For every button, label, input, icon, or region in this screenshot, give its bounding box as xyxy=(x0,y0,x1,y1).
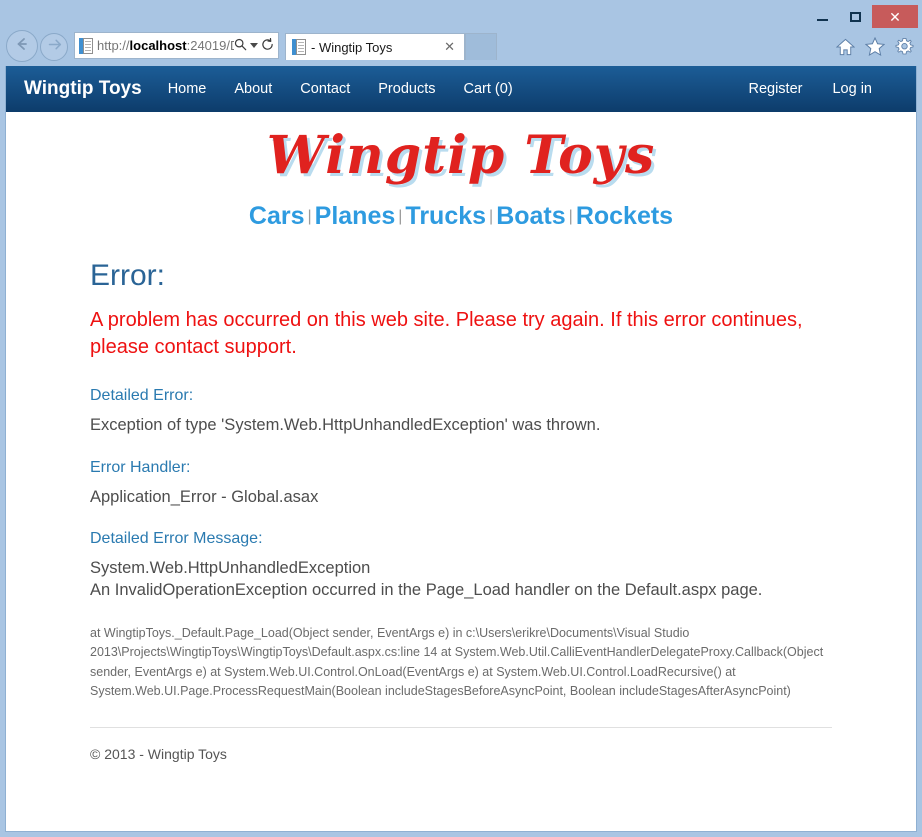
address-bar-url: http://localhost:24019/De xyxy=(97,38,234,53)
site-nav-links: Home About Contact Products Cart (0) xyxy=(168,81,513,97)
close-button[interactable]: ✕ xyxy=(872,5,918,28)
error-handler-label: Error Handler: xyxy=(90,458,191,476)
back-button[interactable] xyxy=(6,30,38,62)
site-account-links: Register Log in xyxy=(748,81,898,97)
detailed-message-line-1: System.Web.HttpUnhandledException xyxy=(90,559,371,578)
maximize-icon xyxy=(850,11,861,22)
detailed-message-label: Detailed Error Message: xyxy=(90,530,263,548)
page-body: Wingtip Toys Cars | Planes | Trucks | Boats | Ro… xyxy=(6,126,916,762)
tab-close-icon[interactable]: ✕ xyxy=(441,39,458,55)
nav-link-contact[interactable]: Contact xyxy=(300,81,350,97)
detailed-message-line-2: An InvalidOperationException occurred in… xyxy=(90,581,763,600)
site-logo: Wingtip Toys xyxy=(266,125,656,186)
error-content: Error: A problem has occurred on this we… xyxy=(26,258,896,763)
detailed-error-text: Exception of type 'System.Web.HttpUnhand… xyxy=(90,415,601,434)
minimize-icon xyxy=(817,18,828,21)
new-tab-button[interactable] xyxy=(465,33,497,60)
close-icon: ✕ xyxy=(889,8,901,25)
category-link-cars[interactable]: Cars xyxy=(249,202,305,230)
tab-title: - Wingtip Toys xyxy=(311,39,393,55)
tab-strip: - Wingtip Toys ✕ xyxy=(285,32,497,60)
search-icon[interactable] xyxy=(234,38,247,54)
category-link-rockets[interactable]: Rockets xyxy=(576,202,673,230)
maximize-button[interactable] xyxy=(839,5,872,28)
forward-button[interactable] xyxy=(40,33,68,61)
error-handler-text: Application_Error - Global.asax xyxy=(90,487,319,506)
category-separator: | xyxy=(398,207,403,225)
category-separator: | xyxy=(568,207,573,225)
nav-link-register[interactable]: Register xyxy=(748,81,802,97)
browser-window: ✕ http://localhost:24019/ - Wingtip Toys… xyxy=(0,0,922,837)
page-viewport: Wingtip Toys Home About Contact Products… xyxy=(5,66,917,832)
site-brand[interactable]: Wingtip Toys xyxy=(24,78,142,100)
address-bar[interactable]: http://localhost:24019/De xyxy=(74,32,279,59)
category-link-trucks[interactable]: Trucks xyxy=(405,202,486,230)
footer-divider xyxy=(90,727,832,729)
window-controls: ✕ xyxy=(806,5,918,28)
category-separator: | xyxy=(307,207,312,225)
nav-link-home[interactable]: Home xyxy=(168,81,207,97)
page-title: Error: xyxy=(90,258,165,292)
category-link-planes[interactable]: Planes xyxy=(315,202,396,230)
arrow-right-icon xyxy=(47,37,62,57)
nav-link-about[interactable]: About xyxy=(234,81,272,97)
home-icon[interactable] xyxy=(836,38,855,56)
nav-link-cart[interactable]: Cart (0) xyxy=(464,81,513,97)
arrow-left-icon xyxy=(13,35,31,58)
site-navbar: Wingtip Toys Home About Contact Products… xyxy=(6,66,916,112)
chevron-down-icon[interactable] xyxy=(250,43,258,48)
settings-gear-icon[interactable] xyxy=(895,37,914,56)
category-nav: Cars | Planes | Trucks | Boats | Rockets xyxy=(26,202,896,231)
nav-link-products[interactable]: Products xyxy=(378,81,435,97)
address-bar-actions xyxy=(234,37,276,54)
refresh-icon[interactable] xyxy=(261,37,274,54)
stack-trace-text: at WingtipToys._Default.Page_Load(Object… xyxy=(90,625,824,698)
favorites-star-icon[interactable] xyxy=(865,37,885,56)
title-bar: ✕ xyxy=(0,5,922,28)
nav-link-login[interactable]: Log in xyxy=(832,81,872,97)
detailed-error-label: Detailed Error: xyxy=(90,386,194,404)
browser-toolbar: http://localhost:24019/De xyxy=(0,28,922,66)
category-link-boats[interactable]: Boats xyxy=(496,202,565,230)
browser-tab[interactable]: - Wingtip Toys ✕ xyxy=(285,33,465,60)
browser-toolbar-icons xyxy=(836,37,914,56)
minimize-button[interactable] xyxy=(806,5,839,28)
site-footer-text: © 2013 - Wingtip Toys xyxy=(90,746,227,763)
error-summary-text: A problem has occurred on this web site.… xyxy=(90,308,803,358)
category-separator: | xyxy=(489,207,494,225)
page-icon xyxy=(292,39,306,55)
page-icon xyxy=(79,37,93,54)
